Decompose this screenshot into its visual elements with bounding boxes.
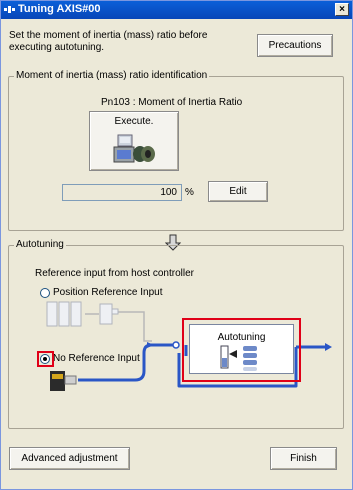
highlight-no-reference-radio [37, 351, 54, 367]
intro-text-line1: Set the moment of inertia (mass) ratio b… [9, 30, 208, 41]
position-reference-label[interactable]: Position Reference Input [53, 287, 163, 298]
precautions-button[interactable]: Precautions [257, 34, 333, 57]
finish-button[interactable]: Finish [270, 447, 337, 470]
intro-text-line2: executing autotuning. [9, 42, 105, 53]
reference-input-heading: Reference input from host controller [35, 268, 194, 279]
edit-button[interactable]: Edit [208, 181, 268, 202]
inertia-group-legend: Moment of inertia (mass) ratio identific… [14, 70, 210, 81]
inertia-unit: % [185, 187, 194, 198]
tuning-window: Tuning AXIS#00 × Set the moment of inert… [0, 0, 353, 490]
advanced-adjustment-button[interactable]: Advanced adjustment [9, 447, 130, 470]
inertia-ratio-field: 100 [62, 184, 182, 201]
window-title: Tuning AXIS#00 [18, 3, 101, 15]
close-button[interactable]: × [335, 3, 349, 16]
app-icon [4, 6, 15, 13]
motor-identify-icon [113, 134, 155, 163]
parameter-label: Pn103 : Moment of Inertia Ratio [101, 97, 243, 108]
dialog-body: Set the moment of inertia (mass) ratio b… [4, 23, 349, 485]
highlight-autotuning-block [182, 318, 301, 382]
title-bar[interactable]: Tuning AXIS#00 × [1, 1, 352, 19]
no-reference-label[interactable]: No Reference Input [53, 353, 140, 364]
autotuning-group-legend: Autotuning [14, 239, 66, 250]
execute-button[interactable]: Execute. [89, 111, 179, 171]
execute-label: Execute. [114, 116, 154, 127]
position-reference-radio[interactable] [40, 288, 50, 298]
